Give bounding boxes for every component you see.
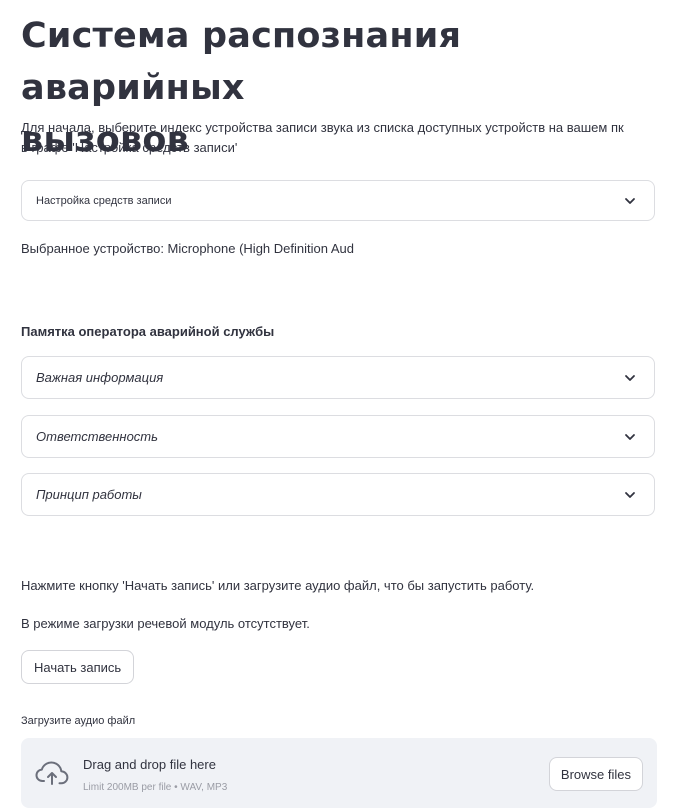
start-recording-button[interactable]: Начать запись: [21, 650, 135, 684]
page-title-line1: Система распознания аварийных: [21, 16, 462, 108]
cloud-upload-icon: [35, 761, 69, 785]
device-settings-label: Настройка средств записи: [36, 194, 172, 207]
intro-line1: Для начала, выберите индекс устройства з…: [21, 120, 624, 135]
chevron-down-icon: [625, 197, 635, 204]
chevron-down-icon: [625, 491, 635, 498]
browse-files-button[interactable]: Browse files: [548, 757, 643, 791]
intro-line2: в графе 'Настройка средств записи': [21, 140, 238, 155]
expander-responsibility[interactable]: Ответственность: [21, 415, 655, 458]
selected-device-text: Выбранное устройство: Microphone (High D…: [21, 241, 354, 256]
intro-text: Для начала, выберите индекс устройства з…: [21, 118, 657, 158]
expander-important-info[interactable]: Важная информация: [21, 356, 655, 399]
instructions-line2: В режиме загрузки речевой модуль отсутст…: [21, 616, 310, 631]
chevron-down-icon: [625, 433, 635, 440]
instructions-line1: Нажмите кнопку 'Начать запись' или загру…: [21, 578, 535, 593]
expander-responsibility-label: Ответственность: [36, 429, 158, 444]
memo-heading: Памятка оператора аварийной службы: [21, 324, 275, 339]
dropzone-limits: Limit 200MB per file • WAV, MP3: [83, 782, 228, 793]
chevron-down-icon: [625, 374, 635, 381]
uploader-label: Загрузите аудио файл: [21, 715, 136, 727]
file-dropzone[interactable]: Drag and drop file here Limit 200MB per …: [21, 738, 657, 808]
expander-how-it-works-label: Принцип работы: [36, 487, 142, 502]
expander-how-it-works[interactable]: Принцип работы: [21, 473, 655, 516]
device-settings-expander[interactable]: Настройка средств записи: [21, 180, 655, 221]
dropzone-title: Drag and drop file here: [83, 757, 216, 772]
expander-important-info-label: Важная информация: [36, 370, 164, 385]
